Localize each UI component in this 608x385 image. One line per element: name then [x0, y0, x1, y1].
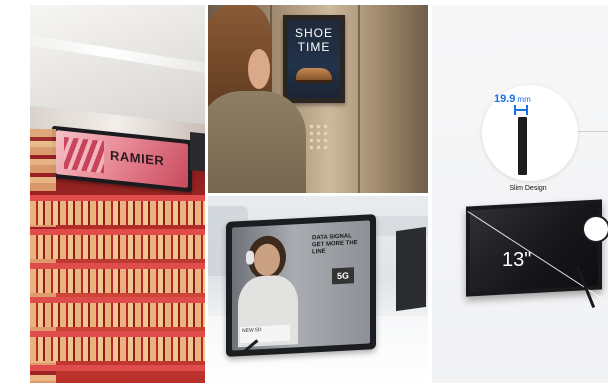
edge-detail-circle — [582, 215, 608, 243]
tablet-screen: DATA SIGNAL GET MORE THE LINE 5G NEW 5D — [232, 220, 370, 351]
shelf-display-content: RAMIER — [56, 130, 188, 188]
product-spec-panel: 19.9 mm Slim Design 13" — [432, 5, 608, 383]
device-side-profile — [518, 117, 527, 175]
callout-line — [578, 131, 608, 132]
product-screen — [470, 203, 598, 293]
network-badge: 5G — [332, 267, 354, 285]
thickness-measurement: 19.9 mm — [494, 93, 531, 105]
product-row — [30, 337, 205, 361]
ad-footer: NEW 5D — [240, 324, 290, 344]
shelf-edge — [30, 365, 205, 371]
shelf-display-text: RAMIER — [110, 147, 165, 169]
product-row — [30, 201, 205, 225]
screen-size-label: 13" — [502, 249, 532, 271]
poster-title-line1: SHOE — [294, 26, 333, 40]
lipstick-graphic — [64, 136, 104, 174]
tablet-device: DATA SIGNAL GET MORE THE LINE 5G NEW 5D — [226, 214, 376, 357]
secondary-device — [396, 226, 426, 312]
side-display — [190, 131, 205, 173]
product-rows — [30, 195, 205, 383]
elevator-buttons — [308, 123, 328, 153]
person-face — [248, 49, 270, 89]
ad-headline: DATA SIGNAL GET MORE THE LINE — [312, 233, 358, 256]
poster-title-line2: TIME — [297, 40, 331, 54]
person-coat — [208, 91, 306, 193]
retail-shelf-photo: RAMIER — [30, 5, 205, 383]
showcase-collage: RAMIER SHOE TIME DATA SIGNAL GET MORE TH… — [0, 0, 608, 385]
measure-cap — [526, 105, 528, 115]
shoe-sole — [296, 80, 334, 83]
tablet-display-photo: DATA SIGNAL GET MORE THE LINE 5G NEW 5D — [208, 196, 428, 383]
feature-label: Slim Design — [509, 185, 547, 192]
elevator-photo: SHOE TIME — [208, 5, 428, 193]
elevator-poster-display: SHOE TIME — [288, 20, 340, 98]
product-row — [30, 235, 205, 259]
product-row — [30, 303, 205, 327]
thickness-value: 19.9 — [494, 93, 516, 105]
door-seam — [358, 5, 360, 193]
thickness-unit: mm — [517, 95, 531, 104]
headphone-icon — [246, 250, 254, 265]
product-row — [30, 269, 205, 293]
divider — [428, 5, 431, 383]
